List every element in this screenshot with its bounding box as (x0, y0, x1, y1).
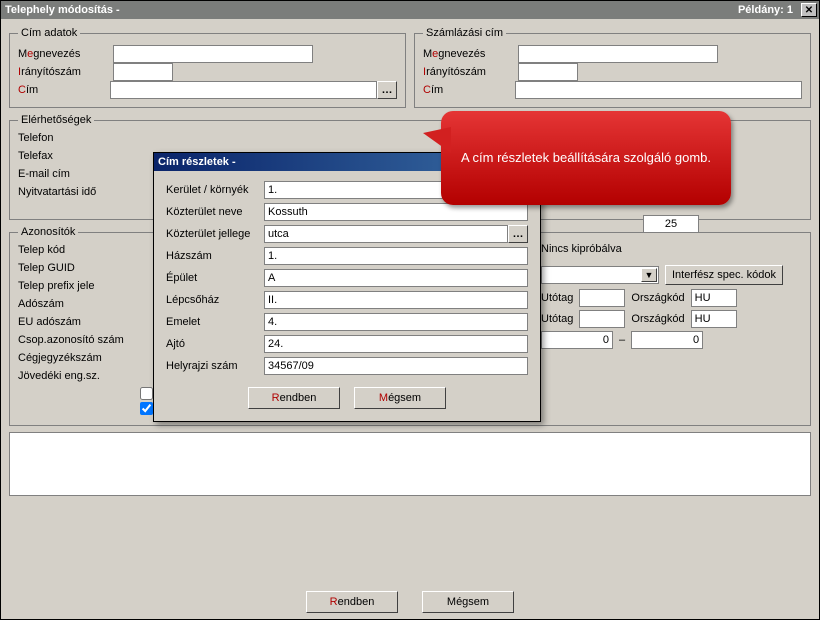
input-cim2[interactable] (515, 81, 802, 99)
label-cim: Cím (18, 82, 110, 98)
main-megsem-button[interactable]: Mégsem (422, 591, 514, 613)
input-25[interactable] (643, 215, 699, 233)
window-title-left: Telephely módosítás - (5, 4, 120, 16)
input-zero2[interactable] (631, 331, 703, 349)
label-dash: – (619, 334, 625, 346)
window-body: Cím adatok Megnevezés Irányítószám Cím …… (1, 19, 819, 619)
input-orszagkod1[interactable] (691, 289, 737, 307)
label-megnevezes2: Megnevezés (423, 46, 515, 62)
label-cim2: Cím (423, 82, 515, 98)
legend-cim-adatok: Cím adatok (18, 27, 80, 39)
input-emelet[interactable] (264, 313, 528, 331)
input-ajto[interactable] (264, 335, 528, 353)
label-lepcsohaz: Lépcsőház (166, 294, 264, 306)
label-orszagkod1: Országkód (631, 292, 684, 304)
label-ajto: Ajtó (166, 338, 264, 350)
combo-1[interactable]: ▼ (541, 266, 659, 284)
input-megnevezes2[interactable] (518, 45, 718, 63)
input-epulet[interactable] (264, 269, 528, 287)
label-nincs-kiprobalva: Nincs kipróbálva (541, 243, 622, 255)
input-utotag1[interactable] (579, 289, 625, 307)
right-panel: Nincs kipróbálva ▼ Interfész spec. kódok… (541, 207, 801, 349)
input-kozterulet-jellege[interactable] (264, 225, 508, 243)
group-cim-adatok: Cím adatok Megnevezés Irányítószám Cím … (9, 27, 406, 108)
legend-szamlazasi: Számlázási cím (423, 27, 506, 39)
dialog-rendben-button[interactable]: Rendben (248, 387, 340, 409)
input-utotag2[interactable] (579, 310, 625, 328)
label-utotag1: Utótag (541, 292, 573, 304)
label-epulet: Épület (166, 272, 264, 284)
window-title-right: Példány: 1 (738, 4, 793, 16)
label-kozterulet-neve: Közterület neve (166, 206, 264, 218)
input-iranyitoszam2[interactable] (518, 63, 578, 81)
callout-tail (423, 127, 451, 153)
label-kerulet: Kerület / környék (166, 184, 264, 196)
dialog-title: Cím részletek - (158, 156, 236, 168)
callout-text: A cím részletek beállítására szolgáló go… (461, 149, 711, 167)
label-helyrajzi: Helyrajzi szám (166, 360, 264, 372)
titlebar: Telephely módosítás - Példány: 1 ✕ (1, 1, 819, 19)
legend-elerhetosegek: Elérhetőségek (18, 114, 94, 126)
input-orszagkod2[interactable] (691, 310, 737, 328)
label-emelet: Emelet (166, 316, 264, 328)
label-iranyitoszam: Irányítószám (18, 64, 110, 80)
dialog-megsem-button[interactable]: Mégsem (354, 387, 446, 409)
input-zero1[interactable] (541, 331, 613, 349)
close-icon[interactable]: ✕ (801, 3, 817, 17)
input-helyrajzi[interactable] (264, 357, 528, 375)
main-rendben-button[interactable]: Rendben (306, 591, 398, 613)
kozterulet-jellege-picker[interactable]: … (508, 225, 528, 243)
interfesz-kodok-button[interactable]: Interfész spec. kódok (665, 265, 783, 285)
label-megnevezes: Megnevezés (18, 46, 110, 62)
input-kozterulet-neve[interactable] (264, 203, 528, 221)
input-cim[interactable] (110, 81, 377, 99)
label-hazszam: Házszám (166, 250, 264, 262)
chevron-down-icon[interactable]: ▼ (641, 268, 657, 282)
callout-tooltip: A cím részletek beállítására szolgáló go… (441, 111, 731, 205)
group-szamlazasi-cim: Számlázási cím Megnevezés Irányítószám C… (414, 27, 811, 108)
input-lepcsohaz[interactable] (264, 291, 528, 309)
main-window: Telephely módosítás - Példány: 1 ✕ Cím a… (0, 0, 820, 620)
input-hazszam[interactable] (264, 247, 528, 265)
bottom-textarea[interactable] (9, 432, 811, 496)
label-kozterulet-jellege: Közterület jellege (166, 228, 264, 240)
legend-azonositok: Azonosítók (18, 226, 78, 238)
input-iranyitoszam[interactable] (113, 63, 173, 81)
input-megnevezes[interactable] (113, 45, 313, 63)
label-iranyitoszam2: Irányítószám (423, 64, 515, 80)
label-utotag2: Utótag (541, 313, 573, 325)
label-orszagkod2: Országkód (631, 313, 684, 325)
address-details-button[interactable]: … (377, 81, 397, 99)
